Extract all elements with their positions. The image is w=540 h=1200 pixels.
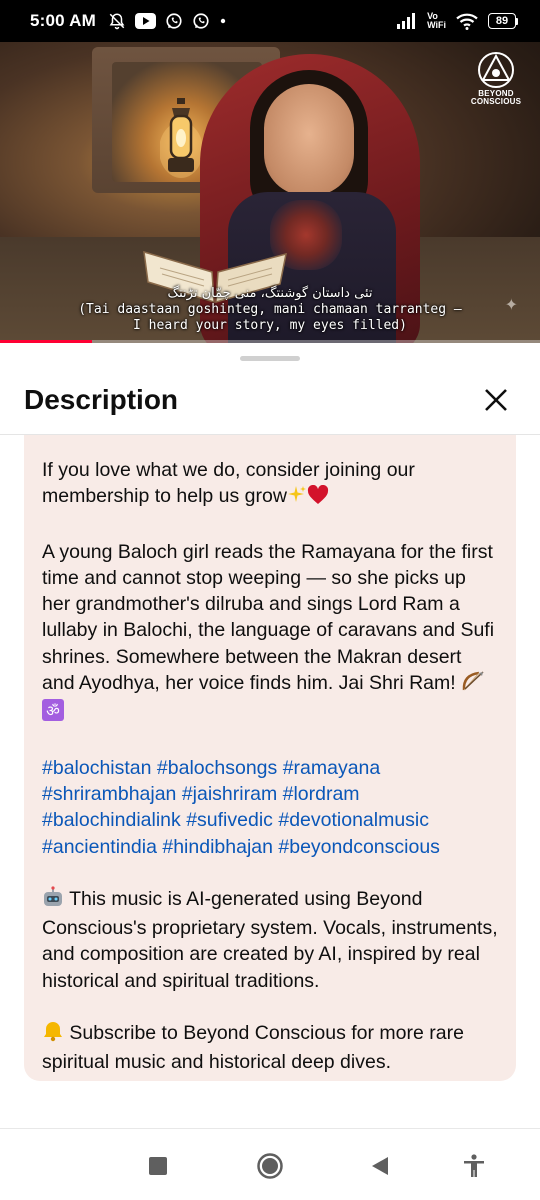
hashtag-link[interactable]: #sufivedic [186,809,273,831]
description-paragraph-4: Subscribe to Beyond Conscious for more r… [42,1020,464,1074]
hashtag-link[interactable]: #ramayana [283,757,381,779]
whatsapp-icon [165,12,183,30]
back-button[interactable] [365,1151,395,1181]
wifi-icon [456,13,478,30]
hashtag-link[interactable]: #hindibhajan [162,836,273,858]
description-paragraph-3: This music is AI-generated using Beyond … [42,886,498,992]
sheet-title: Description [24,383,179,415]
hashtag-link[interactable]: #devotionalmusic [278,809,429,831]
hashtag-link[interactable]: #beyondconscious [278,836,440,858]
sparkle-icon: ✦ [504,297,518,314]
hashtag-link[interactable]: #ancientindia [42,836,157,858]
hashtag-link[interactable]: #balochistan [42,757,152,779]
home-circle-icon [257,1153,283,1179]
lantern-image [160,98,202,178]
hashtag-link[interactable]: #balochsongs [157,757,277,779]
whatsapp-icon [192,12,210,30]
video-progress-fill [0,340,92,343]
accessibility-icon [464,1154,484,1177]
system-navigation-bar [0,1128,540,1200]
mute-bell-icon [108,12,126,30]
channel-watermark: BEYOND CONSCIOUS [466,50,526,106]
recents-button[interactable] [143,1151,173,1181]
svg-text:ॐ: ॐ [46,702,60,720]
subtitle-line-2: I heard your story, my eyes filled) [133,318,407,333]
battery-level: 89 [488,13,516,29]
beyond-conscious-logo-icon [478,52,514,88]
status-bar: 5:00 AM Vo WiFi 89 [0,0,540,42]
hashtag-link[interactable]: #balochindialink [42,809,181,831]
bell-icon [42,1020,64,1049]
description-paragraph-1: If you love what we do, consider joining… [42,457,498,513]
video-subtitle: تئی داستان گوشنتگ، منی چمّان تڑنتگ (Tai … [0,286,540,334]
sheet-header: Description [0,365,540,435]
description-sheet: Description If you love what we do, cons… [0,345,540,1200]
battery-icon: 89 [488,13,518,29]
status-time: 5:00 AM [30,11,96,30]
accessibility-button[interactable] [459,1151,489,1181]
signal-icon [397,13,417,29]
recents-square-icon [149,1157,167,1175]
video-player[interactable]: BEYOND CONSCIOUS تئی داستان گوشنتگ، منی … [0,42,540,343]
bow-and-arrow-icon [461,670,485,699]
hashtag-link[interactable]: #jaishriram [182,783,277,805]
description-body: If you love what we do, consider joining… [24,435,516,1081]
subtitle-urdu: تئی داستان گوشنتگ، منی چمّان تڑنتگ [167,286,373,301]
sparkles-icon [287,485,307,512]
close-icon [485,388,507,411]
dot-icon [219,17,227,25]
om-icon: ॐ [42,699,64,728]
hashtag-link[interactable]: #lordram [283,783,360,805]
youtube-icon [134,13,156,29]
video-progress-bar[interactable] [0,340,540,343]
girl-face [264,84,354,196]
system-status: Vo WiFi 89 [397,12,518,30]
drag-handle[interactable] [240,356,300,361]
hashtag-link[interactable]: #shrirambhajan [42,783,176,805]
close-button[interactable] [476,380,516,420]
robot-icon [42,886,64,915]
subtitle-line-1: (Tai daastaan goshinteg, mani chamaan ta… [78,302,462,317]
red-heart-icon [307,485,329,512]
vowifi-label: Vo WiFi [427,11,446,30]
back-triangle-icon [372,1157,388,1175]
hashtag-list: #balochistan #balochsongs #ramayana #shr… [42,755,498,860]
notification-icons [108,12,227,30]
home-button[interactable] [255,1151,285,1181]
description-paragraph-2: A young Baloch girl reads the Ramayana f… [42,539,498,729]
